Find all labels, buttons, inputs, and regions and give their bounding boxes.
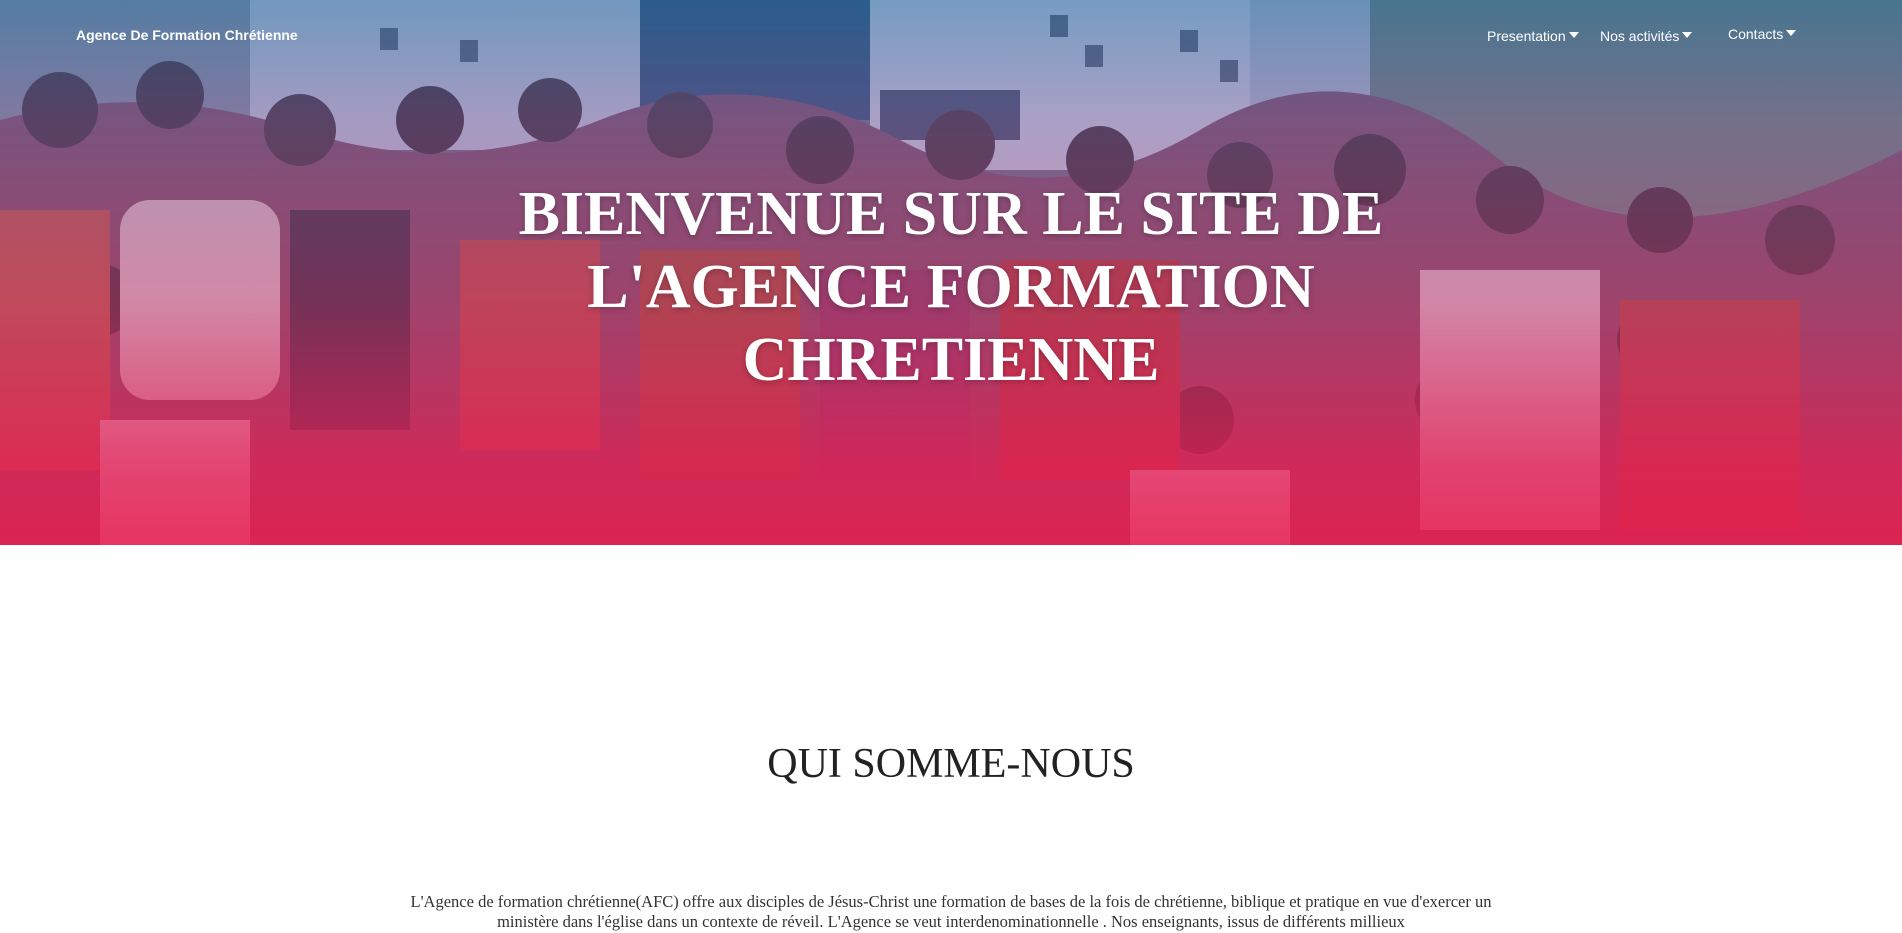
chevron-down-icon bbox=[1568, 32, 1579, 38]
brand-link[interactable]: Agence De Formation Chrétienne bbox=[76, 27, 298, 43]
nav-item-activites[interactable]: Nos activités bbox=[1600, 28, 1693, 44]
nav-item-label: Contacts bbox=[1728, 26, 1784, 42]
hero-title: BIENVENUE SUR LE SITE DE L'AGENCE FORMAT… bbox=[518, 180, 1384, 394]
about-section-text: L'Agence de formation chrétienne(AFC) of… bbox=[410, 892, 1492, 931]
hero-banner: Agence De Formation Chrétienne Presentat… bbox=[0, 0, 1902, 545]
about-section-title: QUI SOMME-NOUS bbox=[767, 741, 1135, 787]
chevron-down-icon bbox=[1682, 32, 1693, 38]
nav-item-label: Nos activités bbox=[1600, 28, 1680, 44]
nav-item-presentation[interactable]: Presentation bbox=[1487, 28, 1579, 44]
nav-item-label: Presentation bbox=[1487, 28, 1566, 44]
chevron-down-icon bbox=[1786, 30, 1797, 36]
top-navbar: Agence De Formation Chrétienne Presentat… bbox=[0, 0, 1902, 72]
nav-item-contacts[interactable]: Contacts bbox=[1728, 26, 1797, 42]
